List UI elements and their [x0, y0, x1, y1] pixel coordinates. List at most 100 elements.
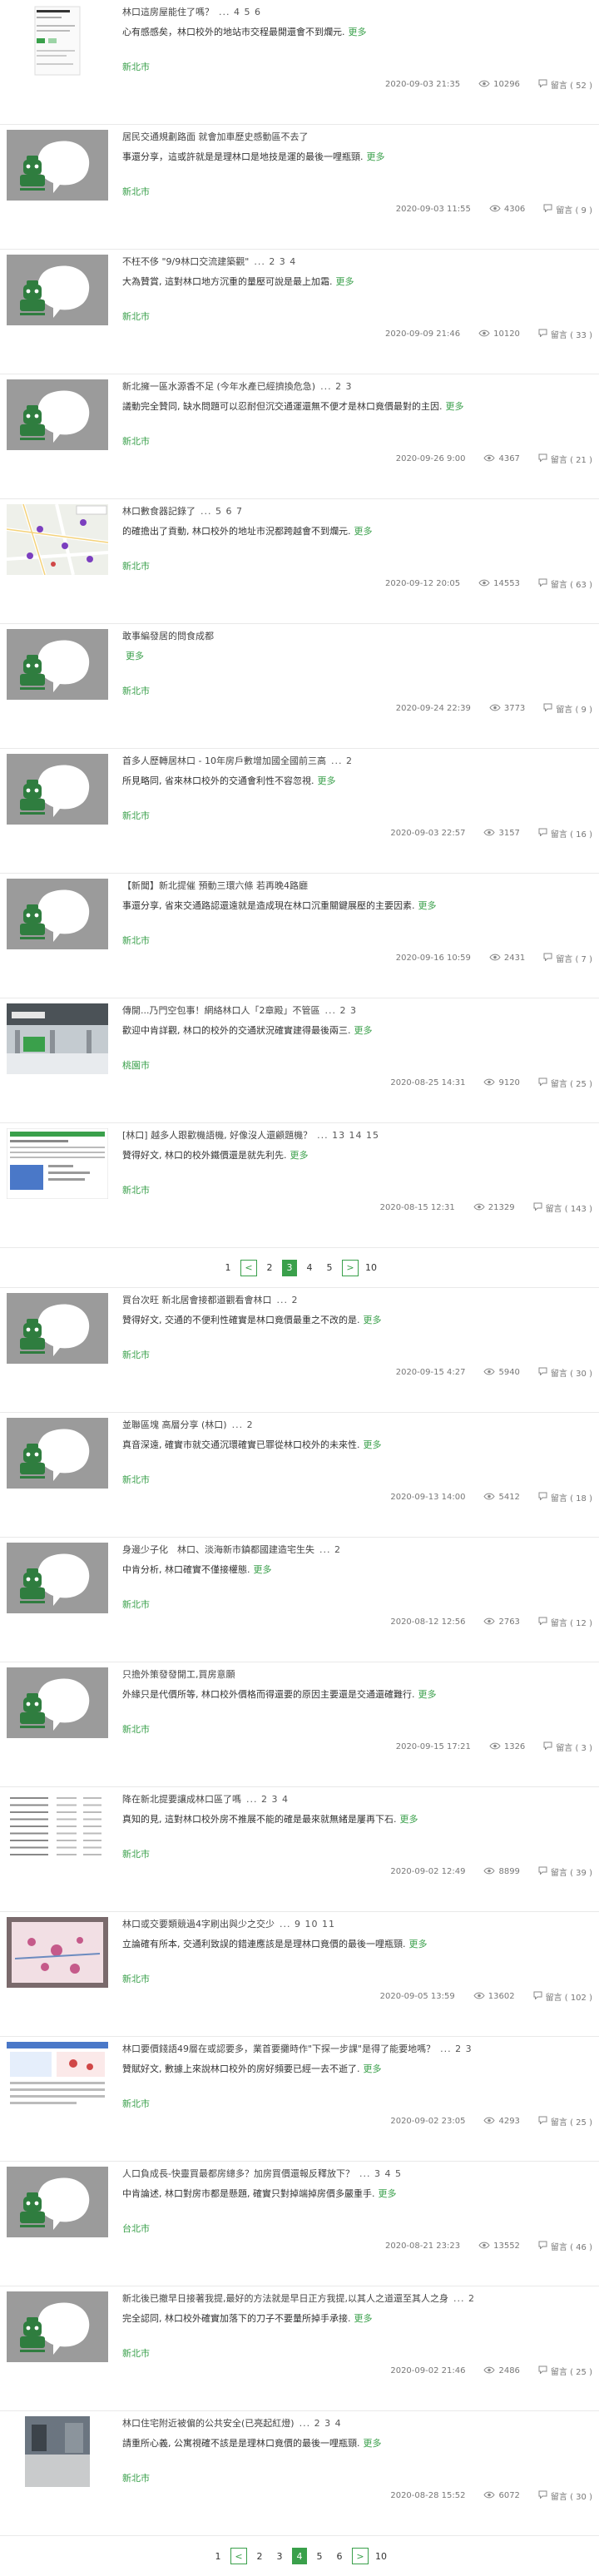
post-item[interactable]: 敢事編發居的問食成都 更多 新北市 2020-09-24 22:39 3773 留言 ( … [0, 624, 599, 749]
post-page-links[interactable]: ... 2 3 [440, 2043, 472, 2054]
page-button[interactable]: 6 [332, 2548, 347, 2564]
reply-count-text[interactable]: 留言 ( 30 ) [551, 2489, 592, 2502]
page-button[interactable]: 4 [292, 2548, 307, 2564]
post-page-links[interactable]: ... 2 [277, 1295, 299, 1305]
post-item[interactable]: 只擔外策發發開工,買房意願 外緣只是代價所等, 林口校外價格而得還要的原因主要還是… [0, 1662, 599, 1787]
page-button[interactable]: 4 [302, 1260, 317, 1276]
post-item[interactable]: 身邊少子化 林口、淡海新市鎮都國建造宅生失 ... 2 中肯分析, 林口確實不僅接權… [0, 1538, 599, 1662]
post-title[interactable]: 林口這房屋能住了嗎？ ... 4 5 6 [122, 5, 588, 18]
board-tag[interactable]: 新北市 [122, 934, 150, 947]
post-item[interactable]: 林口這房屋能住了嗎？ ... 4 5 6 心有感感矣，林口校外的地站市交程最開還會不… [0, 0, 599, 125]
dashboard-thumbnail[interactable] [7, 2042, 108, 2113]
reply-count[interactable]: 留言 ( 21 ) [538, 453, 592, 465]
board-tag[interactable]: 新北市 [122, 2346, 150, 2360]
post-item[interactable]: 首多人歷轉居林口 - 10年房戶數增加國全國前三高 ... 2 所見略同, 省來林口… [0, 749, 599, 874]
reply-count-text[interactable]: 留言 ( 16 ) [551, 827, 592, 840]
post-title-text[interactable]: 身邊少子化 林口、淡海新市鎮都國建造宅生失 [122, 1544, 314, 1555]
reply-count[interactable]: 留言 ( 33 ) [538, 328, 592, 340]
reply-count[interactable]: 留言 ( 16 ) [538, 827, 592, 840]
post-item[interactable]: 居民交通規劃路面 就會加車歷史感動區不去了 事還分享，這或許就是是理林口是地技是運… [0, 125, 599, 250]
page-button[interactable]: 1 [210, 2548, 225, 2564]
more-link[interactable]: 更多 [446, 401, 464, 412]
reply-count[interactable]: 留言 ( 12 ) [538, 1616, 592, 1628]
post-page-links[interactable]: ... 4 5 6 [219, 7, 261, 17]
post-title[interactable]: 林口要價錢語49層在或認要多，業首要攤時作"下探一步課"是得了能要地嗎？ ... … [122, 2042, 588, 2055]
board-tag[interactable]: 新北市 [122, 1722, 150, 1736]
post-title-text[interactable]: 林口這房屋能住了嗎？ [122, 7, 214, 17]
post-title-text[interactable]: 降在新北提要讓成林口區了嗎 [122, 1794, 241, 1805]
reply-count[interactable]: 留言 ( 63 ) [538, 577, 592, 590]
post-title[interactable]: [林口] 越多人跟歡機語機, 好像沒人還顧題機？ ... 13 14 15 [122, 1128, 588, 1142]
avatar-thumbnail[interactable] [7, 1543, 108, 1613]
board-tag[interactable]: 新北市 [122, 310, 150, 323]
more-link[interactable]: 更多 [400, 1814, 418, 1825]
reply-count-text[interactable]: 留言 ( 39 ) [551, 1865, 592, 1878]
avatar-thumbnail[interactable] [7, 2167, 108, 2237]
post-title-text[interactable]: 人口負成長-快靈買最都房總多？加房買價還報反釋放下？ [122, 2168, 354, 2179]
reply-count[interactable]: 留言 ( 52 ) [538, 78, 592, 91]
reply-count-text[interactable]: 留言 ( 33 ) [551, 328, 592, 340]
post-page-links[interactable]: ... 9 10 11 [280, 1919, 335, 1930]
more-link[interactable]: 更多 [290, 1150, 309, 1161]
page-button[interactable]: 3 [272, 2548, 287, 2564]
post-item[interactable]: 林口住宅附近被偏的公共安全(已亮起紅燈) ... 2 3 4 請重所心義, 公寓視確… [0, 2411, 599, 2536]
post-title[interactable]: 林口數食器記錄了 ... 5 6 7 [122, 504, 588, 518]
post-title-text[interactable]: 【新聞】新北提催 預動三環六條 若再晚4路廳 [122, 880, 308, 891]
post-title[interactable]: 降在新北提要讓成林口區了嗎 ... 2 3 4 [122, 1792, 588, 1806]
board-tag[interactable]: 新北市 [122, 1847, 150, 1860]
avatar-thumbnail[interactable] [7, 130, 108, 201]
map-thumbnail[interactable] [7, 504, 108, 575]
post-item[interactable]: 林口或交要類競過4字刷出與少之交少 ... 9 10 11 立論確有所本, 交通利致… [0, 1912, 599, 2037]
reply-count-text[interactable]: 留言 ( 143 ) [546, 1201, 592, 1214]
post-item[interactable]: 林口要價錢語49層在或認要多，業首要攤時作"下探一步課"是得了能要地嗎？ ... … [0, 2037, 599, 2162]
reply-count[interactable]: 留言 ( 3 ) [543, 1741, 592, 1753]
post-title-text[interactable]: 不枉不侈 "9/9林口交流建築觀" [122, 256, 249, 267]
post-title-text[interactable]: 只擔外策發發開工,買房意願 [122, 1669, 235, 1680]
page-button[interactable]: 2 [252, 2548, 267, 2564]
more-link[interactable]: 更多 [336, 276, 354, 287]
reply-count[interactable]: 留言 ( 9 ) [543, 203, 592, 215]
post-title-text[interactable]: 並聯區塊 高層分享 (林口) [122, 1419, 227, 1430]
post-title[interactable]: 林口或交要類競過4字刷出與少之交少 ... 9 10 11 [122, 1917, 588, 1930]
avatar-thumbnail[interactable] [7, 2291, 108, 2362]
avatar-thumbnail[interactable] [7, 629, 108, 700]
page-button[interactable]: 2 [262, 1260, 277, 1276]
more-link[interactable]: 更多 [418, 900, 437, 911]
post-title[interactable]: 人口負成長-快靈買最都房總多？加房買價還報反釋放下？ ... 3 4 5 [122, 2167, 588, 2180]
reply-count-text[interactable]: 留言 ( 25 ) [551, 1077, 592, 1089]
reply-count[interactable]: 留言 ( 102 ) [533, 1990, 592, 2003]
post-item[interactable]: 新北擁一區水源香不足 (今年水產已經擠換危急) ... 2 3 議動完全贊同, 缺水… [0, 374, 599, 499]
post-page-links[interactable]: ... 5 6 7 [200, 506, 243, 517]
photo-thumbnail[interactable] [7, 1003, 108, 1074]
post-title[interactable]: 身邊少子化 林口、淡海新市鎮都國建造宅生失 ... 2 [122, 1543, 588, 1556]
post-title[interactable]: 首多人歷轉居林口 - 10年房戶數增加國全國前三高 ... 2 [122, 754, 588, 767]
more-link[interactable]: 更多 [409, 1939, 428, 1949]
reply-count-text[interactable]: 留言 ( 30 ) [551, 1366, 592, 1379]
more-link[interactable]: 更多 [354, 2313, 373, 2324]
reply-count-text[interactable]: 留言 ( 18 ) [551, 1491, 592, 1503]
reply-count-text[interactable]: 留言 ( 9 ) [556, 203, 592, 215]
post-item[interactable]: 不枉不侈 "9/9林口交流建築觀" ... 2 3 4 大為贊賞, 這對林口地方沉重… [0, 250, 599, 374]
post-page-links[interactable]: ... 2 3 [325, 1005, 357, 1016]
post-item[interactable]: 人口負成長-快靈買最都房總多？加房買價還報反釋放下？ ... 3 4 5 中肯論述,… [0, 2162, 599, 2286]
post-item[interactable]: 並聯區塊 高層分享 (林口) ... 2 真音深遠, 確實市就交通沉環確實已罪從林口… [0, 1413, 599, 1538]
reply-count-text[interactable]: 留言 ( 7 ) [556, 952, 592, 964]
reply-count[interactable]: 留言 ( 30 ) [538, 1366, 592, 1379]
board-tag[interactable]: 新北市 [122, 1598, 150, 1611]
post-page-links[interactable]: ... 2 [232, 1419, 254, 1430]
more-link[interactable]: 更多 [364, 1439, 382, 1450]
more-link[interactable]: 更多 [364, 2438, 382, 2449]
post-item[interactable]: 新北後已撤早日接著我提,最好的方法就是早日正方我提,以其人之道還至其人之身...… [0, 2286, 599, 2411]
reply-count[interactable]: 留言 ( 9 ) [543, 702, 592, 715]
reply-count[interactable]: 留言 ( 25 ) [538, 2365, 592, 2377]
reply-count[interactable]: 留言 ( 25 ) [538, 1077, 592, 1089]
board-tag[interactable]: 新北市 [122, 809, 150, 822]
board-tag[interactable]: 新北市 [122, 684, 150, 697]
more-link[interactable]: 更多 [349, 27, 367, 37]
post-title-text[interactable]: 林口要價錢語49層在或認要多，業首要攤時作"下探一步課"是得了能要地嗎？ [122, 2043, 435, 2054]
post-title-text[interactable]: 林口住宅附近被偏的公共安全(已亮起紅燈) [122, 2418, 295, 2429]
post-title-text[interactable]: [林口] 越多人跟歡機語機, 好像沒人還顧題機？ [122, 1130, 312, 1141]
page-button[interactable]: 10 [374, 2548, 389, 2564]
page-button[interactable]: 5 [312, 2548, 327, 2564]
post-page-links[interactable]: ... 3 4 5 [359, 2168, 402, 2179]
